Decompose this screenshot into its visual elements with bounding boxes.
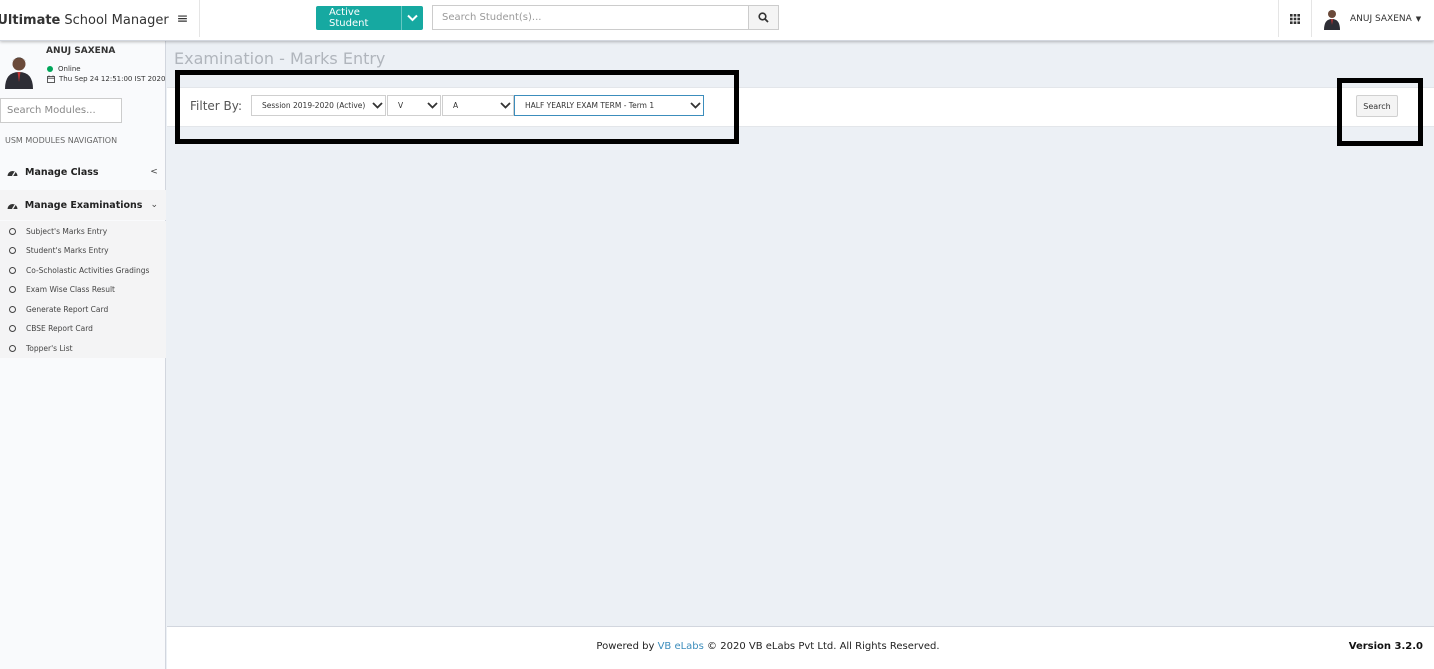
vb-elabs-link[interactable]: VB eLabs bbox=[658, 641, 704, 652]
circle-icon bbox=[9, 306, 16, 313]
apps-grid-button[interactable] bbox=[1278, 0, 1312, 37]
student-search-button[interactable] bbox=[748, 5, 779, 30]
submenu-item-subject-marks-entry[interactable]: Subject's Marks Entry bbox=[0, 222, 166, 241]
sidebar-item-label: Manage Examinations bbox=[24, 199, 143, 211]
header-user-name: ANUJ SAXENA bbox=[1350, 13, 1412, 24]
chevron-down-icon bbox=[424, 102, 440, 109]
avatar bbox=[4, 55, 34, 89]
nav-header: USM MODULES NAVIGATION bbox=[5, 136, 118, 145]
circle-icon bbox=[9, 267, 16, 274]
section-value: A bbox=[453, 101, 459, 110]
online-status: Online bbox=[47, 65, 81, 73]
chevron-down-icon bbox=[369, 102, 385, 109]
student-search-input[interactable] bbox=[432, 5, 749, 30]
class-select[interactable]: V bbox=[387, 95, 441, 116]
submenu-label: Topper's List bbox=[26, 344, 73, 353]
circle-icon bbox=[9, 247, 16, 254]
sidebar-user-name: ANUJ SAXENA bbox=[46, 46, 116, 56]
datetime-text: Thu Sep 24 12:51:00 IST 2020 bbox=[59, 75, 166, 83]
footer-copyright: Powered by VB eLabs © 2020 VB eLabs Pvt … bbox=[167, 641, 1369, 652]
submenu-label: Co-Scholastic Activities Gradings bbox=[26, 266, 150, 275]
version-label: Version 3.2.0 bbox=[1348, 641, 1423, 652]
circle-icon bbox=[9, 325, 16, 332]
sidebar-toggle-button[interactable]: ≡ bbox=[166, 0, 200, 37]
submenu-item-co-scholastic[interactable]: Co-Scholastic Activities Gradings bbox=[0, 261, 166, 280]
page-title: Examination - Marks Entry bbox=[174, 49, 386, 68]
chevron-down-icon bbox=[687, 102, 703, 109]
hamburger-icon: ≡ bbox=[176, 10, 189, 27]
current-datetime: Thu Sep 24 12:51:00 IST 2020 bbox=[47, 75, 165, 83]
sidebar-item-manage-class[interactable]: Manage Class < bbox=[0, 157, 166, 187]
submenu-label: Student's Marks Entry bbox=[26, 246, 109, 255]
calendar-icon bbox=[47, 75, 55, 83]
sidebar: ANUJ SAXENA Online Thu Sep 24 12:51:00 I… bbox=[0, 41, 166, 669]
session-value: Session 2019-2020 (Active) bbox=[262, 101, 366, 110]
circle-icon bbox=[9, 345, 16, 352]
dashboard-icon bbox=[7, 201, 19, 210]
logo-rest: School Manager bbox=[64, 13, 169, 28]
exam-value: HALF YEARLY EXAM TERM - Term 1 bbox=[525, 101, 655, 110]
app-logo[interactable]: Ultimate School Manager bbox=[0, 0, 169, 41]
chevron-down-icon bbox=[497, 102, 513, 109]
search-button[interactable]: Search bbox=[1356, 95, 1398, 117]
filter-label: Filter By: bbox=[190, 99, 243, 113]
logo-bold: Ultimate bbox=[0, 13, 61, 28]
chevron-down-icon: ⌄ bbox=[150, 200, 158, 210]
user-menu-dropdown[interactable]: ANUJ SAXENA ▼ bbox=[1322, 0, 1434, 37]
module-search-input[interactable] bbox=[0, 98, 122, 123]
circle-icon bbox=[9, 286, 16, 293]
section-select[interactable]: A bbox=[442, 95, 514, 116]
active-student-label: Active Student bbox=[329, 7, 369, 29]
session-select[interactable]: Session 2019-2020 (Active) bbox=[251, 95, 386, 116]
copyright-text: © 2020 VB eLabs Pvt Ltd. All Rights Rese… bbox=[707, 641, 940, 652]
powered-by-text: Powered by bbox=[596, 641, 655, 652]
active-student-dropdown[interactable]: Active Student bbox=[316, 6, 423, 30]
chevron-left-icon: < bbox=[150, 167, 158, 177]
submenu-label: Exam Wise Class Result bbox=[26, 285, 115, 294]
class-value: V bbox=[398, 101, 404, 110]
status-text: Online bbox=[58, 65, 81, 73]
exam-select[interactable]: HALF YEARLY EXAM TERM - Term 1 bbox=[514, 95, 704, 116]
top-header: Ultimate School Manager ≡ Active Student… bbox=[0, 0, 1434, 41]
submenu-item-generate-report-card[interactable]: Generate Report Card bbox=[0, 300, 166, 319]
footer: Powered by VB eLabs © 2020 VB eLabs Pvt … bbox=[167, 626, 1434, 669]
sidebar-item-label: Manage Class bbox=[25, 166, 99, 178]
submenu-item-student-marks-entry[interactable]: Student's Marks Entry bbox=[0, 241, 166, 260]
submenu-label: Subject's Marks Entry bbox=[26, 227, 108, 236]
submenu-item-toppers-list[interactable]: Topper's List bbox=[0, 339, 166, 358]
submenu-label: Generate Report Card bbox=[26, 305, 109, 314]
sidebar-item-manage-examinations[interactable]: Manage Examinations ⌄ bbox=[0, 190, 166, 220]
chevron-down-icon[interactable] bbox=[401, 6, 423, 30]
examinations-submenu: Subject's Marks Entry Student's Marks En… bbox=[0, 221, 166, 358]
circle-icon bbox=[9, 228, 16, 235]
submenu-item-exam-wise-result[interactable]: Exam Wise Class Result bbox=[0, 280, 166, 299]
caret-down-icon: ▼ bbox=[1415, 14, 1422, 23]
submenu-label: CBSE Report Card bbox=[26, 324, 93, 333]
dashboard-icon bbox=[7, 168, 19, 177]
search-icon bbox=[758, 12, 769, 23]
submenu-item-cbse-report-card[interactable]: CBSE Report Card bbox=[0, 319, 166, 338]
grid-icon bbox=[1290, 13, 1300, 24]
user-panel: ANUJ SAXENA Online Thu Sep 24 12:51:00 I… bbox=[0, 41, 166, 93]
online-dot-icon bbox=[47, 66, 53, 72]
user-avatar-icon bbox=[1322, 7, 1342, 30]
